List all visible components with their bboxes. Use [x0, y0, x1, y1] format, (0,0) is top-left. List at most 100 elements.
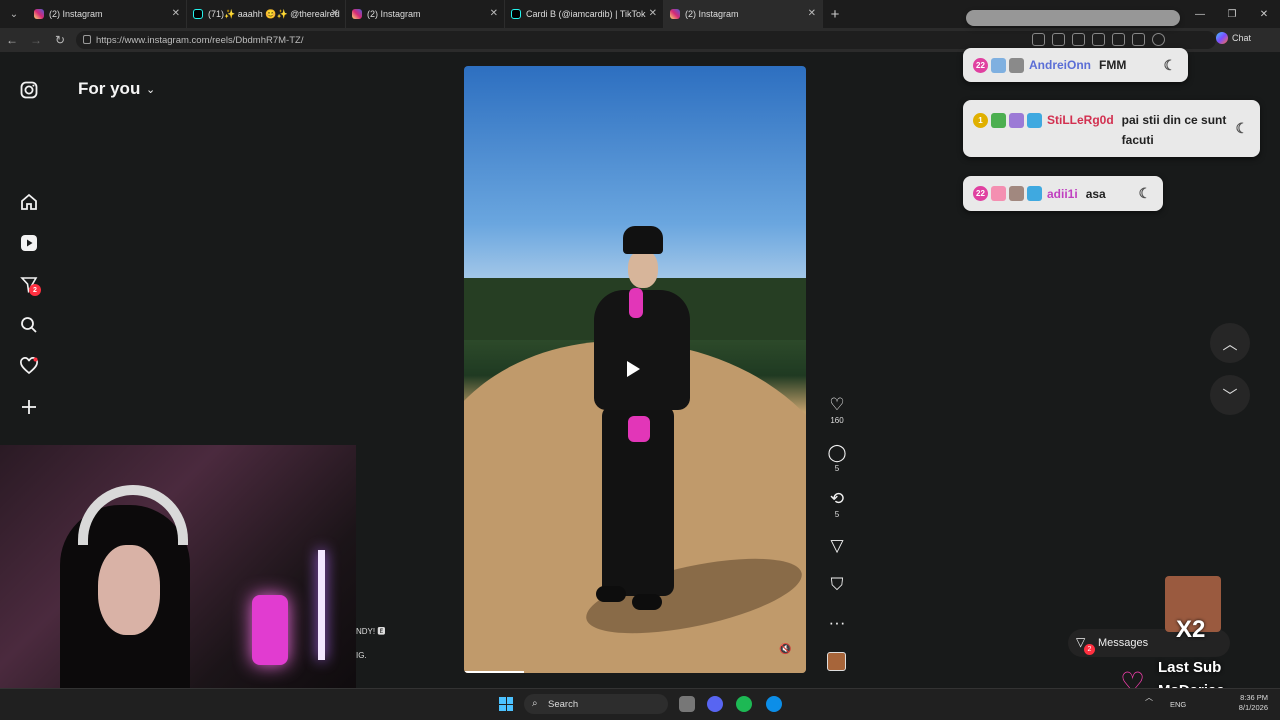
emote-icon [1009, 186, 1024, 201]
tab-title: (2) Instagram [49, 9, 103, 19]
video-pink-glove [629, 288, 643, 318]
zoom-icon[interactable] [1052, 33, 1065, 46]
spotify-icon[interactable] [736, 696, 752, 712]
sub-badge: 22 [973, 186, 988, 201]
file-explorer-icon[interactable] [679, 696, 695, 712]
feed-title[interactable]: For you [78, 79, 140, 99]
video-progress[interactable] [464, 671, 524, 673]
play-icon[interactable] [627, 361, 640, 377]
search-icon: ⌕ [532, 698, 538, 709]
app-available-icon[interactable] [1032, 33, 1045, 46]
taskbar-search-label: Search [548, 698, 579, 710]
mute-icon[interactable]: 🔇 [779, 644, 791, 655]
notifications-heart-icon[interactable] [19, 356, 39, 376]
tab-title: Cardi B (@iamcardib) | TikTok [526, 9, 646, 19]
moon-icon: ☾ [1138, 185, 1151, 201]
tray-chevron-icon[interactable]: ︿ [1145, 692, 1153, 703]
tab-title: (2) Instagram [367, 9, 421, 19]
chat-message: 1 StiLLeRg0d pai stii din ce sunt facuti… [963, 100, 1260, 157]
send-icon: ▽ [830, 536, 844, 555]
close-tab-icon[interactable]: ✕ [808, 8, 816, 19]
refresh-icon[interactable]: ↻ [48, 28, 72, 52]
emote-icon [991, 113, 1006, 128]
instagram-favicon-icon [670, 9, 680, 19]
moon-icon: ☾ [1235, 120, 1248, 136]
webcam-face [98, 545, 160, 635]
like-count: 160 [830, 416, 844, 425]
chevron-down-icon: ﹀ [1222, 387, 1238, 405]
reels-icon[interactable] [19, 233, 39, 253]
chat-message: 22 adii1i asa ☾ [963, 176, 1163, 211]
tab-title: (2) Instagram [685, 9, 739, 19]
browser-tab[interactable]: Cardi B (@iamcardib) | TikTok ✕ [505, 0, 664, 28]
chevron-down-icon[interactable]: ⌄ [146, 83, 155, 96]
chat-username: AndreiOnn [1029, 58, 1091, 72]
chat-message-partial [966, 10, 1180, 26]
language-indicator[interactable]: ENG [1170, 700, 1186, 709]
messages-label: Messages [1098, 637, 1149, 649]
system-clock[interactable]: 8:36 PM 8/1/2026 [1232, 693, 1268, 713]
copilot-chat-button[interactable]: Chat [1216, 32, 1251, 44]
multiplier-label: X2 [1176, 616, 1206, 643]
save-button[interactable]: ⛉ [820, 575, 854, 595]
reel-video[interactable]: 🔇 [464, 66, 806, 673]
direct-messages-icon[interactable]: 2 [19, 274, 41, 296]
favorite-star-icon[interactable] [1072, 33, 1085, 46]
audio-thumbnail[interactable] [827, 652, 846, 671]
light-bar [318, 550, 325, 660]
forward-arrow-icon[interactable]: → [24, 28, 48, 52]
tab-actions-chevron-icon[interactable]: ⌄ [0, 0, 28, 28]
browser-tab[interactable]: (2) Instagram ✕ [28, 0, 187, 28]
edge-browser-icon[interactable] [766, 696, 782, 712]
emote-icon [991, 186, 1006, 201]
instagram-logo-icon[interactable] [19, 80, 39, 100]
emote-icon [1009, 57, 1024, 73]
messages-button[interactable]: ▽ 2 Messages [1068, 629, 1230, 657]
close-tab-icon[interactable]: ✕ [649, 8, 657, 19]
previous-reel-button[interactable]: ︿ [1210, 323, 1250, 363]
search-icon[interactable] [19, 315, 39, 335]
windows-start-icon[interactable] [499, 697, 513, 711]
close-tab-icon[interactable]: ✕ [331, 8, 339, 19]
close-tab-icon[interactable]: ✕ [172, 8, 180, 19]
browser-tab[interactable]: (2) Instagram ✕ [346, 0, 505, 28]
like-button[interactable]: ♡ 160 [820, 395, 854, 425]
clock-time: 8:36 PM [1240, 693, 1268, 702]
discord-icon[interactable] [707, 696, 723, 712]
share-button[interactable]: ▽ [820, 536, 854, 556]
comment-button[interactable]: ◯ 5 [820, 443, 854, 473]
heart-icon: ♡ [829, 395, 845, 414]
split-screen-icon[interactable] [1112, 33, 1125, 46]
favorites-icon[interactable] [1132, 33, 1145, 46]
new-tab-icon[interactable]: + [823, 0, 847, 28]
tiktok-favicon-icon [511, 9, 521, 19]
next-reel-button[interactable]: ﹀ [1210, 375, 1250, 415]
emote-icon [1009, 113, 1024, 128]
repost-button[interactable]: ⟲ 5 [820, 489, 854, 519]
more-options-button[interactable]: ··· [820, 613, 854, 633]
browser-tab-active[interactable]: (2) Instagram ✕ [664, 0, 823, 28]
toolbar-icons [1032, 33, 1165, 46]
chat-text: asa [1085, 186, 1106, 201]
chat-message: 22 AndreiOnn FMM ☾ [963, 48, 1188, 82]
moon-icon: ☾ [1163, 56, 1176, 73]
tiktok-favicon-icon [193, 9, 203, 19]
home-icon[interactable] [19, 192, 39, 212]
extensions-icon[interactable] [1092, 33, 1105, 46]
restore-icon[interactable]: ❐ [1216, 0, 1248, 28]
taskbar-search[interactable]: ⌕ Search [524, 694, 668, 714]
repost-icon: ⟲ [829, 489, 845, 508]
tab-title: (71)✨ aaahh 😊✨ @therealred [208, 8, 340, 19]
minimize-icon[interactable]: — [1184, 0, 1216, 28]
create-plus-icon[interactable] [19, 397, 39, 417]
sub-badge: 1 [973, 113, 988, 128]
profile-avatar-icon[interactable] [1152, 33, 1165, 46]
comment-count: 5 [834, 464, 840, 473]
instagram-favicon-icon [34, 9, 44, 19]
close-tab-icon[interactable]: ✕ [490, 8, 498, 19]
close-window-icon[interactable]: ✕ [1248, 0, 1280, 28]
browser-tab[interactable]: (71)✨ aaahh 😊✨ @therealred ✕ [187, 0, 346, 28]
back-arrow-icon[interactable]: ← [0, 28, 24, 52]
caption-fragment: IG. [356, 651, 367, 660]
messages-count-badge: 2 [29, 284, 41, 296]
